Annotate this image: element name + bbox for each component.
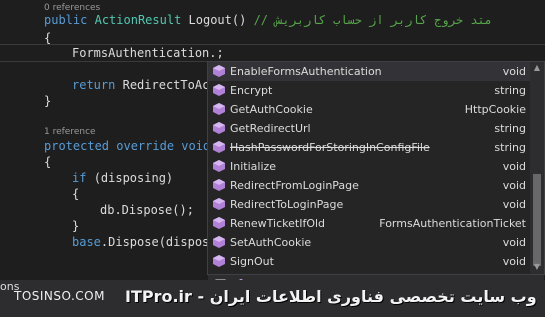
completion-item[interactable]: GetRedirectUrl string	[208, 119, 530, 138]
completion-item-name: SignOut	[230, 255, 274, 268]
code-brace: }	[44, 94, 52, 108]
method-icon	[213, 160, 225, 172]
code-line-logout: public ActionResult Logout() // متد خروج…	[44, 12, 492, 28]
completion-item-type: void	[502, 65, 526, 78]
method-icon	[213, 198, 225, 210]
scrollbar-thumb[interactable]	[533, 174, 541, 266]
completion-item[interactable]: RenewTicketIfOld FormsAuthenticationTicke…	[208, 214, 530, 233]
completion-item[interactable]: Encrypt string	[208, 81, 530, 100]
completion-item-name: EnableFormsAuthentication	[230, 65, 382, 78]
completion-item[interactable]: Initialize void	[208, 157, 530, 176]
completion-item[interactable]: SignOut void	[208, 252, 530, 271]
completion-item[interactable]: HashPasswordForStoringInConfigFile string	[208, 138, 530, 157]
completion-item-type: FormsAuthenticationTicket	[379, 217, 526, 230]
keyword-public: public	[44, 13, 88, 27]
completion-item[interactable]: EnableFormsAuthentication void	[208, 62, 530, 81]
method-icon	[213, 236, 225, 248]
watermark-banner: ITPro.ir - وب سایت تخصصی فناوری اطلاعات …	[125, 287, 537, 306]
method-icon	[213, 65, 225, 77]
completion-item-name: GetAuthCookie	[230, 103, 313, 116]
completion-item-name: SetAuthCookie	[230, 236, 312, 249]
completion-item[interactable]: SetAuthCookie void	[208, 233, 530, 252]
code-line-if: if (disposing)	[72, 170, 173, 186]
scroll-up-arrow-icon[interactable]: ▲	[532, 63, 542, 73]
completion-item-type: string	[494, 141, 526, 154]
method-icon	[213, 84, 225, 96]
code-line-base-dispose: base.Dispose(dispos	[72, 234, 209, 250]
completion-item-type: void	[502, 255, 526, 268]
completion-item-name: Encrypt	[230, 84, 273, 97]
completion-item[interactable]: RedirectFromLoginPage void	[208, 176, 530, 195]
completion-item-type: string	[494, 122, 526, 135]
completion-item[interactable]: RedirectToLoginPage void	[208, 195, 530, 214]
scroll-down-arrow-icon[interactable]: ▼	[532, 262, 542, 272]
intellisense-popup[interactable]: EnableFormsAuthentication void Encrypt stri…	[207, 61, 545, 295]
method-icon	[213, 122, 225, 134]
code-line-db-dispose: db.Dispose();	[100, 203, 194, 217]
method-logout: Logout()	[188, 13, 247, 27]
code-brace: {	[44, 31, 52, 45]
completion-item-name: RenewTicketIfOld	[230, 217, 326, 230]
completion-item-type: void	[502, 236, 526, 249]
code-redirect: RedirectToAc	[122, 78, 210, 92]
code-line-return: return RedirectToAc	[72, 77, 209, 93]
keyword-if: if	[72, 171, 87, 185]
completion-item-name: HashPasswordForStoringInConfigFile	[230, 141, 430, 154]
method-icon	[213, 179, 225, 191]
method-icon	[213, 141, 225, 153]
type-action-result: ActionResult	[94, 13, 182, 27]
keyword-return: return	[72, 78, 116, 92]
completion-item-name: GetRedirectUrl	[230, 122, 311, 135]
code-brace: }	[72, 219, 80, 233]
completion-item-type: string	[494, 84, 526, 97]
completion-item-type: void	[502, 198, 526, 211]
completion-item[interactable]: GetAuthCookie HttpCookie	[208, 100, 530, 119]
code-line-forms-auth: FormsAuthentication.;	[72, 46, 224, 60]
watermark-site: TOSINSO.COM	[14, 289, 105, 303]
code-condition: (disposing)	[93, 171, 174, 185]
code-brace: {	[44, 155, 52, 169]
method-icon	[213, 217, 225, 229]
completion-scrollbar[interactable]: ▲ ▼	[530, 62, 544, 274]
completion-item-name: Initialize	[230, 160, 277, 173]
method-icon	[213, 103, 225, 115]
completion-item-name: RedirectToLoginPage	[230, 198, 344, 211]
code-base-call: .Dispose(dispos	[100, 235, 210, 249]
completion-item-name: RedirectFromLoginPage	[230, 179, 359, 192]
code-line-dispose: protected override void	[44, 138, 210, 154]
completion-item-type: HttpCookie	[464, 103, 526, 116]
code-comment: // متد خروج کاربر از حساب کاربریش	[253, 13, 492, 27]
keyword-base: base	[72, 235, 101, 249]
completion-item-type: void	[502, 179, 526, 192]
completion-item-type: void	[502, 160, 526, 173]
method-icon	[213, 255, 225, 267]
code-brace: {	[72, 187, 80, 201]
keyword-protected-override-void: protected override void	[44, 139, 211, 153]
